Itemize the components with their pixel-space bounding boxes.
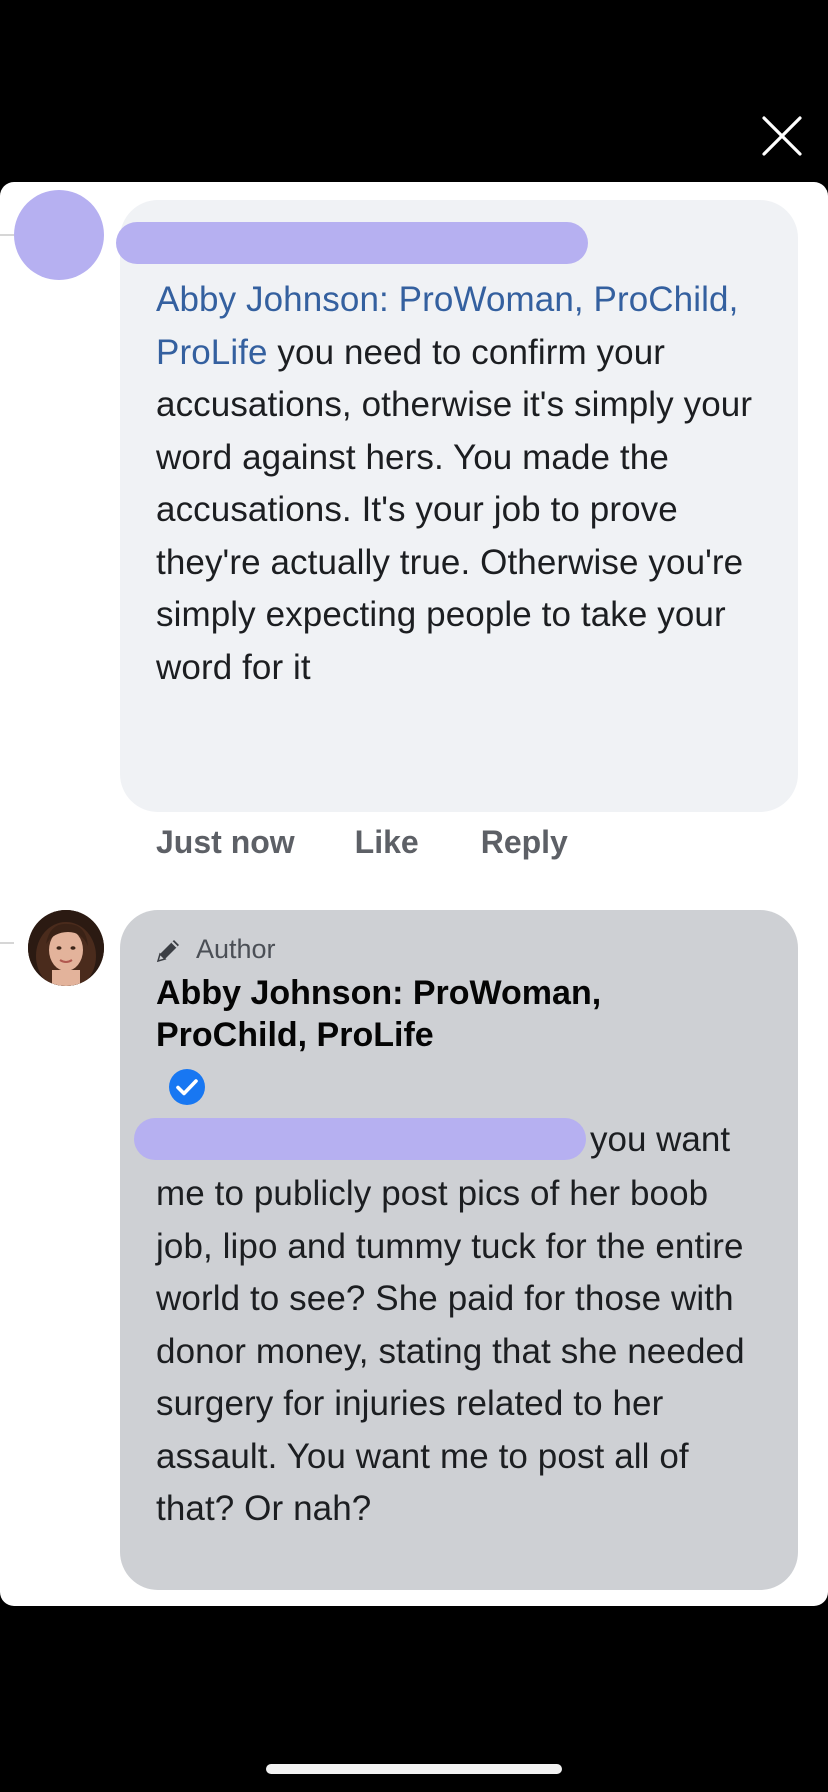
author-reply-bubble: Author Abby Johnson: ProWoman, ProChild,… <box>120 910 798 1590</box>
reply-first-line: you want <box>590 1120 731 1159</box>
reply-button[interactable]: Reply <box>481 824 568 861</box>
comment-text: you need to confirm your accusations, ot… <box>156 332 753 687</box>
author-name[interactable]: Abby Johnson: ProWoman, ProChild, ProLif… <box>156 972 756 1056</box>
thread-connector <box>0 942 14 944</box>
thread-connector <box>0 234 14 236</box>
author-badge-label: Author <box>196 934 276 964</box>
profile-photo <box>28 910 104 986</box>
comment-timestamp[interactable]: Just now <box>156 824 295 861</box>
screen: Abby Johnson: ProWoman, ProChild, ProLif… <box>0 0 828 1792</box>
comment-bubble: Abby Johnson: ProWoman, ProChild, ProLif… <box>116 200 798 812</box>
commenter-avatar-redacted[interactable] <box>14 190 104 280</box>
comment-body: Abby Johnson: ProWoman, ProChild, ProLif… <box>156 274 768 694</box>
comment-actions: Just now Like Reply <box>156 812 568 872</box>
home-indicator[interactable] <box>266 1764 562 1774</box>
like-button[interactable]: Like <box>355 824 419 861</box>
author-badge: Author <box>154 934 276 965</box>
close-icon <box>762 116 802 156</box>
verified-badge-icon <box>168 1068 206 1106</box>
mention-redacted[interactable] <box>134 1118 586 1160</box>
pencil-icon <box>156 939 179 962</box>
close-button[interactable] <box>758 112 806 160</box>
author-avatar[interactable] <box>28 910 104 986</box>
comment-panel: Abby Johnson: ProWoman, ProChild, ProLif… <box>0 182 828 1606</box>
reply-body: me to publicly post pics of her boob job… <box>156 1174 745 1528</box>
commenter-name-redacted[interactable] <box>116 222 588 264</box>
